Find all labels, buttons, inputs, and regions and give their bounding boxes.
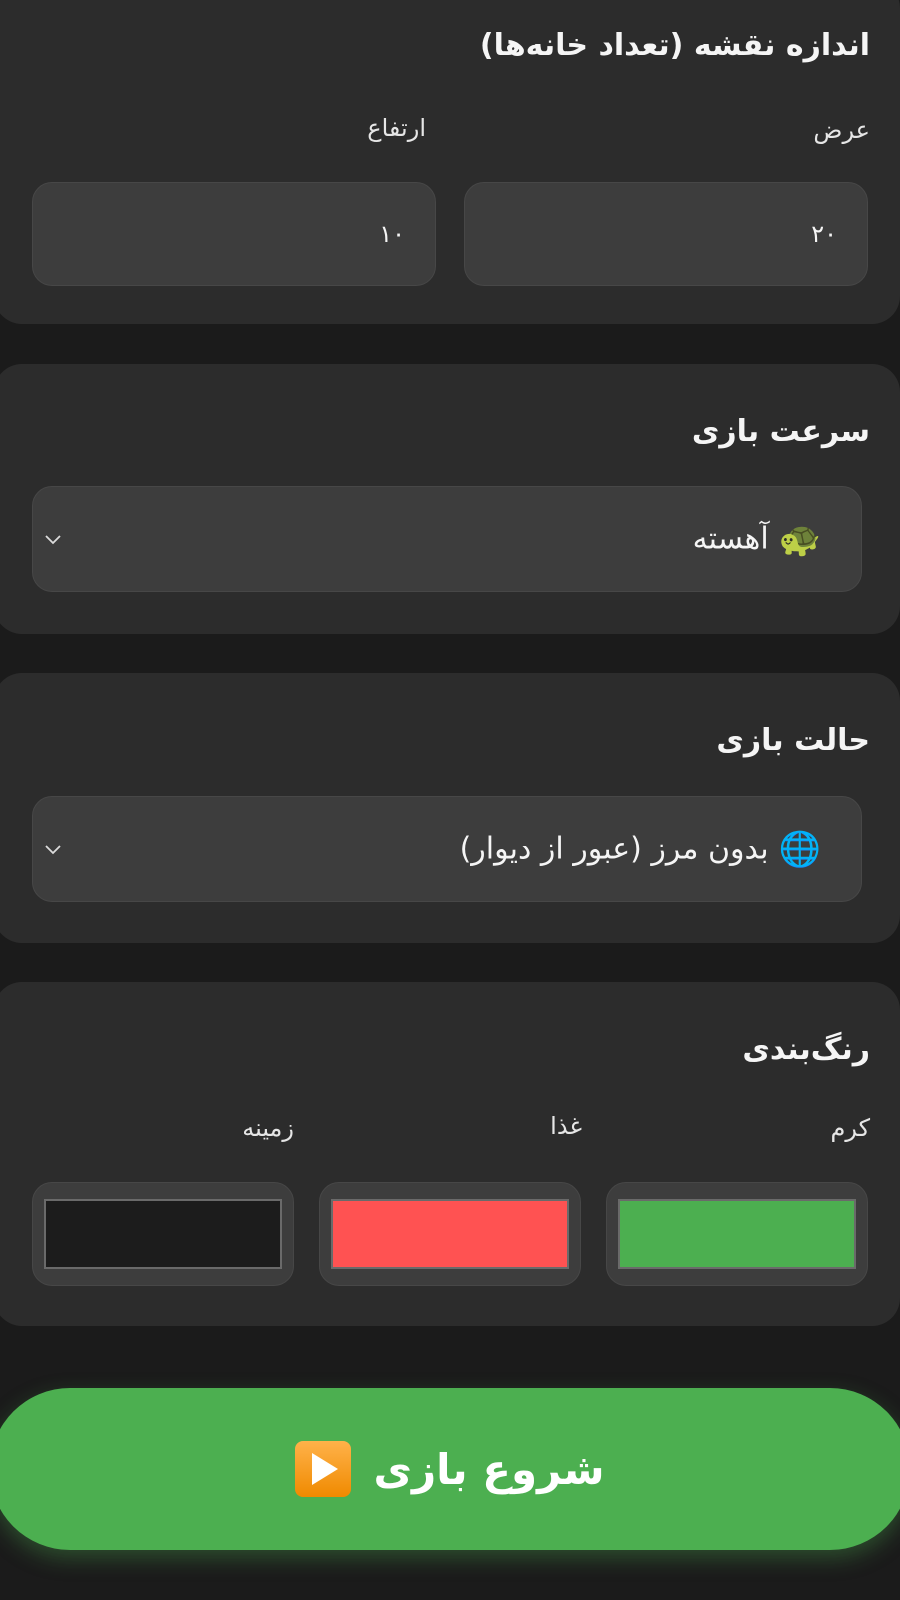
- settings-page: اندازه نقشه (تعداد خانه‌ها) عرض ارتفاع ۲…: [0, 0, 900, 1600]
- start-game-button[interactable]: شروع بازی: [0, 1388, 900, 1550]
- speed-title: سرعت بازی: [691, 414, 870, 449]
- play-button-icon: [295, 1441, 352, 1497]
- height-input[interactable]: ۱۰: [32, 182, 436, 286]
- width-input-value: ۲۰: [811, 220, 837, 248]
- map-size-title: اندازه نقشه (تعداد خانه‌ها): [479, 28, 870, 63]
- speed-card: سرعت بازی 🐢 آهسته: [0, 364, 900, 634]
- mode-select-label: بدون مرز (عبور از دیوار): [459, 831, 769, 867]
- speed-select-value: 🐢 آهسته: [693, 522, 821, 557]
- colors-title: رنگ‌بندی: [742, 1032, 870, 1067]
- mode-card: حالت بازی 🌐 بدون مرز (عبور از دیوار): [0, 673, 900, 943]
- mode-select-value: 🌐 بدون مرز (عبور از دیوار): [460, 832, 821, 867]
- mode-title: حالت بازی: [716, 723, 870, 758]
- globe-icon: 🌐: [778, 829, 821, 869]
- background-color-swatch: [44, 1199, 282, 1269]
- start-button-content: شروع بازی: [295, 1441, 605, 1497]
- height-input-value: ۱۰: [379, 220, 405, 248]
- mode-select[interactable]: 🌐 بدون مرز (عبور از دیوار): [32, 796, 862, 902]
- width-input[interactable]: ۲۰: [464, 182, 868, 286]
- chevron-down-icon: [45, 845, 61, 855]
- start-button-label: شروع بازی: [373, 1444, 605, 1494]
- worm-color-label: کرم: [830, 1114, 870, 1142]
- chevron-down-icon: [45, 535, 61, 545]
- food-color-label: غذا: [550, 1112, 582, 1140]
- map-size-card: اندازه نقشه (تعداد خانه‌ها) عرض ارتفاع ۲…: [0, 0, 900, 324]
- food-color-picker[interactable]: [319, 1182, 581, 1286]
- worm-color-swatch: [618, 1199, 856, 1269]
- worm-color-picker[interactable]: [606, 1182, 868, 1286]
- food-color-swatch: [331, 1199, 569, 1269]
- background-color-picker[interactable]: [32, 1182, 294, 1286]
- height-label: ارتفاع: [367, 114, 426, 142]
- turtle-icon: 🐢: [778, 519, 821, 559]
- background-color-label: زمینه: [242, 1114, 294, 1142]
- speed-select[interactable]: 🐢 آهسته: [32, 486, 862, 592]
- speed-select-label: آهسته: [692, 521, 769, 557]
- width-label: عرض: [813, 116, 870, 144]
